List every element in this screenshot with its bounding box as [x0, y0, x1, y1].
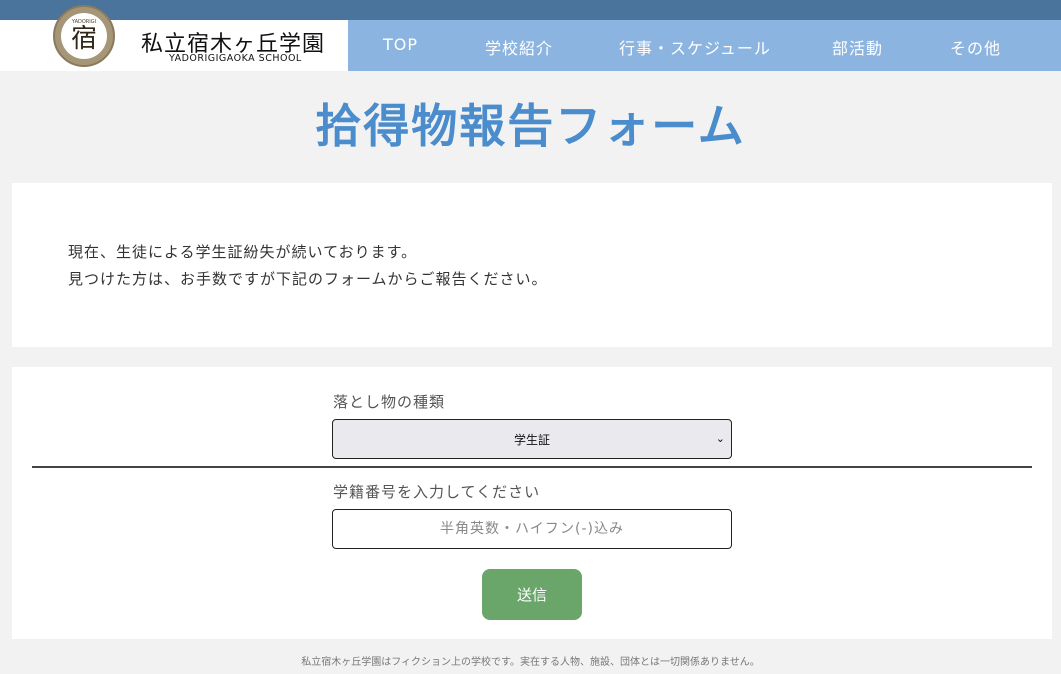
- footer-disclaimer: 私立宿木ヶ丘学園はフィクション上の学校です。実在する人物、施設、団体とは一切関係…: [301, 657, 760, 668]
- report-form: 落とし物の種類 学生証 ⌄ 学籍番号を入力してください 送信: [12, 367, 1052, 639]
- item-type-select[interactable]: 学生証 ⌄: [332, 419, 732, 459]
- student-id-input[interactable]: [332, 509, 732, 549]
- nav-item-about[interactable]: 学校紹介: [485, 35, 553, 59]
- nav-item-events[interactable]: 行事・スケジュール: [619, 35, 771, 59]
- notice-line-2: 見つけた方は、お手数ですが下記のフォームからご報告ください。: [68, 270, 548, 288]
- item-type-label: 落とし物の種類: [333, 393, 446, 411]
- notice-line-1: 現在、生徒による学生証紛失が続いております。: [68, 243, 418, 261]
- top-bar: [0, 0, 1061, 20]
- emblem-kanji: 宿: [70, 24, 97, 54]
- form-divider: [32, 466, 1032, 468]
- site-logo[interactable]: YADORIGI 宿 私立宿木ヶ丘学園 YADORIGIGAOKA SCHOOL: [0, 5, 348, 71]
- student-id-label: 学籍番号を入力してください: [333, 483, 541, 501]
- submit-button[interactable]: 送信: [482, 569, 582, 620]
- school-emblem-icon: YADORIGI 宿: [53, 5, 115, 67]
- emblem-inner: YADORIGI 宿: [61, 13, 107, 59]
- nav-item-other[interactable]: その他: [950, 35, 1001, 59]
- main-nav: TOP 学校紹介 行事・スケジュール 部活動 その他: [348, 20, 1061, 71]
- page-title: 拾得物報告フォーム: [315, 99, 746, 153]
- nav-item-clubs[interactable]: 部活動: [832, 35, 883, 59]
- item-type-selected-value: 学生証: [513, 432, 550, 447]
- notice-panel: 現在、生徒による学生証紛失が続いております。 見つけた方は、お手数ですが下記のフ…: [12, 183, 1052, 347]
- school-name-roman: YADORIGIGAOKA SCHOOL: [169, 53, 302, 64]
- nav-item-top[interactable]: TOP: [383, 35, 418, 54]
- chevron-down-icon: ⌄: [715, 432, 725, 445]
